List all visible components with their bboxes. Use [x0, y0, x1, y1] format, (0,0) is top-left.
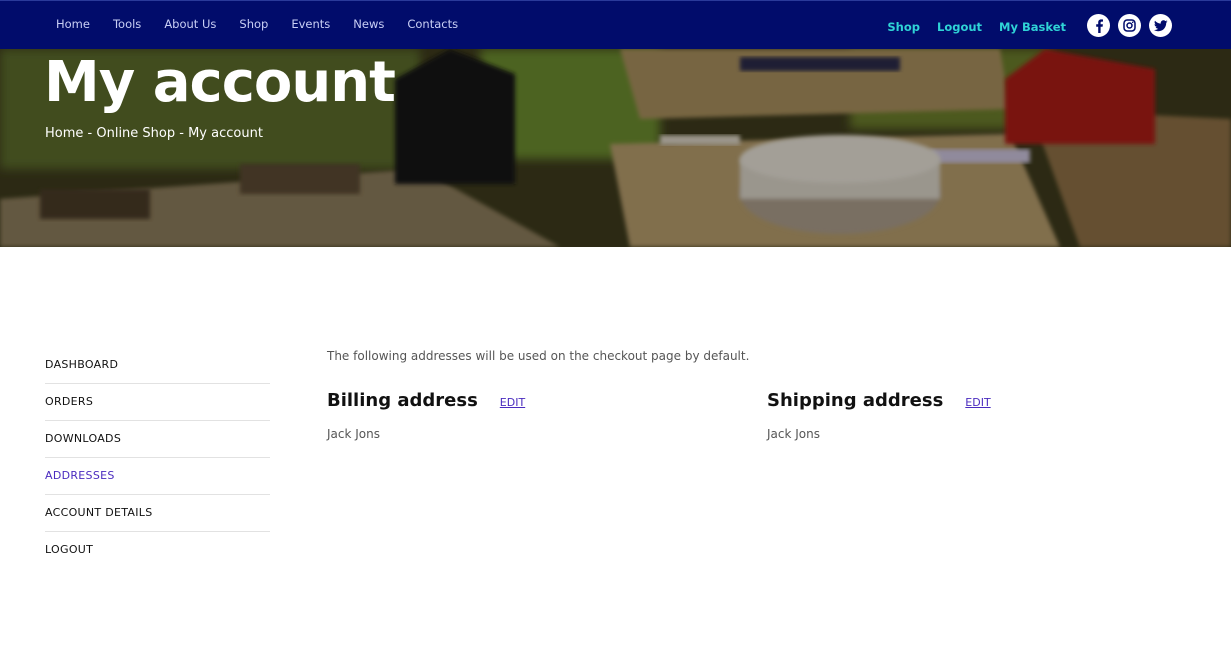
nav-tools[interactable]: Tools — [113, 17, 141, 31]
user-menu: Shop Logout My Basket — [870, 20, 1066, 34]
account-navigation: DASHBOARD ORDERS DOWNLOADS ADDRESSES ACC… — [45, 347, 270, 569]
account-nav-account-details[interactable]: ACCOUNT DETAILS — [45, 495, 270, 532]
nav-home[interactable]: Home — [56, 17, 90, 31]
breadcrumb: Home - Online Shop - My account — [45, 126, 263, 141]
breadcrumb-online-shop[interactable]: Online Shop — [96, 126, 175, 141]
user-nav-logout[interactable]: Logout — [937, 20, 982, 34]
top-navbar: Home Tools About Us Shop Events News Con… — [0, 0, 1231, 49]
facebook-icon[interactable] — [1087, 14, 1110, 37]
account-nav-downloads[interactable]: DOWNLOADS — [45, 421, 270, 458]
edit-shipping-address-link[interactable]: EDIT — [965, 396, 990, 409]
billing-address-section: Billing address EDIT Jack Jons — [327, 390, 525, 441]
breadcrumb-separator: - — [175, 126, 189, 141]
breadcrumb-current: My account — [188, 126, 263, 141]
account-nav-orders[interactable]: ORDERS — [45, 384, 270, 421]
page-title: My account — [44, 50, 396, 115]
addresses-content: The following addresses will be used on … — [327, 349, 991, 441]
user-nav-shop[interactable]: Shop — [887, 20, 920, 34]
social-links — [1087, 14, 1180, 37]
page-hero-banner: My account Home - Online Shop - My accou… — [0, 49, 1231, 247]
user-nav-my-basket[interactable]: My Basket — [999, 20, 1066, 34]
billing-address-title: Billing address — [327, 390, 478, 411]
edit-billing-address-link[interactable]: EDIT — [500, 396, 525, 409]
addresses-intro-text: The following addresses will be used on … — [327, 349, 750, 363]
breadcrumb-home[interactable]: Home — [45, 126, 83, 141]
shipping-address-name: Jack Jons — [767, 427, 820, 441]
shipping-address-title: Shipping address — [767, 390, 944, 411]
nav-shop[interactable]: Shop — [239, 17, 268, 31]
main-menu: Home Tools About Us Shop Events News Con… — [56, 17, 481, 31]
account-nav-addresses[interactable]: ADDRESSES — [45, 458, 270, 495]
nav-events[interactable]: Events — [291, 17, 330, 31]
account-nav-logout[interactable]: LOGOUT — [45, 532, 270, 569]
instagram-icon[interactable] — [1118, 14, 1141, 37]
breadcrumb-separator: - — [83, 126, 97, 141]
account-nav-dashboard[interactable]: DASHBOARD — [45, 347, 270, 384]
nav-about-us[interactable]: About Us — [164, 17, 216, 31]
nav-news[interactable]: News — [353, 17, 384, 31]
nav-contacts[interactable]: Contacts — [407, 17, 458, 31]
billing-address-header: Billing address EDIT — [327, 390, 525, 411]
billing-address-name: Jack Jons — [327, 427, 380, 441]
shipping-address-section: Shipping address EDIT Jack Jons — [767, 390, 991, 441]
shipping-address-header: Shipping address EDIT — [767, 390, 991, 411]
twitter-icon[interactable] — [1149, 14, 1172, 37]
